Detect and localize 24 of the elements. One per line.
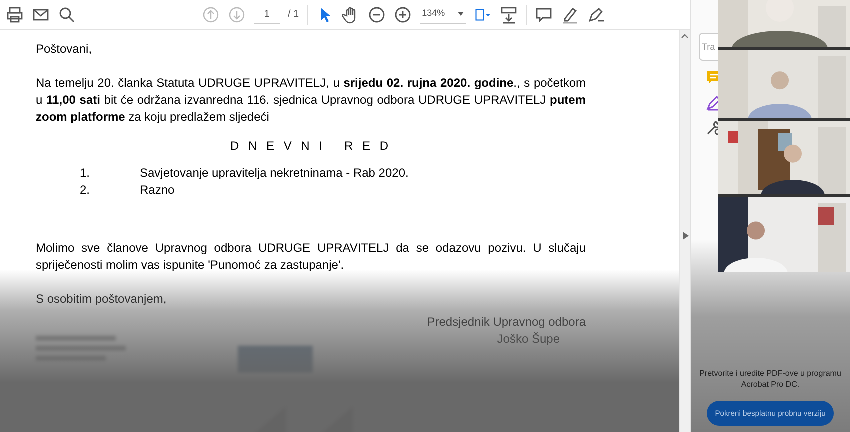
agenda-heading: D N E V N I R E D (229, 138, 392, 155)
scroll-up-icon[interactable] (681, 33, 689, 39)
zoom-out-icon[interactable] (368, 6, 386, 24)
salutation-text: Poštovani, (36, 41, 94, 58)
search-field[interactable]: Tra (699, 33, 719, 61)
signature-title: Predsjednik Upravnog odbora (427, 314, 586, 331)
closing-text: S osobitim poštovanjem, (36, 291, 168, 308)
highlighter-icon[interactable] (561, 6, 580, 24)
signature-name: Joško Šupe (497, 331, 560, 348)
agenda-number: 2. (80, 182, 92, 199)
agenda-item: Razno (140, 182, 175, 199)
pen-sign-icon[interactable] (587, 6, 606, 24)
print-icon[interactable] (6, 6, 24, 24)
scroll-mode-icon[interactable] (500, 6, 518, 24)
zoom-in-icon[interactable] (394, 6, 412, 24)
promo-text: Pretvorite i uredite PDF-ove u programu Acrobat Pro DC. (699, 368, 842, 390)
intro-paragraph: Na temelju 20. članka Statuta UDRUGE UPRAVITELJ, u srijedu 02. rujna 2020. godine., s početkom u 11,00 sati bit će održana izvanredna 116. sjednica Upravnog odbora UDRUGE UPRAVITELJ putem zoom platforme za koju predlažem sljedeći (36, 75, 586, 126)
caret-icon[interactable] (458, 12, 464, 16)
agenda-item: Savjetovanje upravitelja nekretninama - Rab 2020. (140, 165, 409, 182)
agenda-number: 1. (80, 165, 92, 182)
comment-icon[interactable] (535, 6, 554, 24)
search-icon[interactable] (58, 6, 76, 24)
page-total: / 1 (288, 8, 300, 22)
request-paragraph: Molimo sve članove Upravnog odbora UDRUGE UPRAVITELJ da se odazovu pozivu. U slučaju spriječenosti molim vas ispunite 'Punomoć za zastupanje'. (36, 240, 586, 274)
